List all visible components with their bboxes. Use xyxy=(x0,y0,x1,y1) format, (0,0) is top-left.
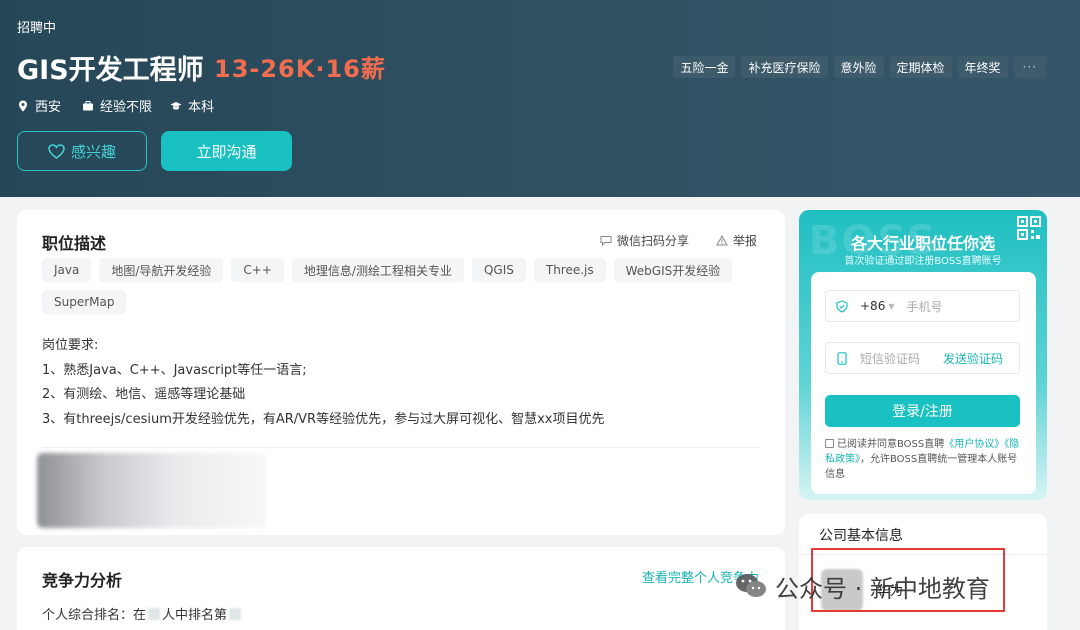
skill-tags: Java 地图/导航开发经验 C++ 地理信息/测绘工程相关专业 QGIS Th… xyxy=(42,258,762,314)
competition-card: 竞争力分析 查看完整个人竞争力 个人综合排名：在 人中排名第 xyxy=(17,547,785,630)
interest-label: 感兴趣 xyxy=(70,142,116,161)
job-requirements: 岗位要求: 1、熟悉Java、C++、Javascript等任一语言; 2、有测… xyxy=(42,334,604,432)
phone-icon xyxy=(837,351,847,365)
skill-tag: Java xyxy=(42,258,92,282)
wechat-icon xyxy=(736,574,766,597)
benefit-tag: 补充医疗保险 xyxy=(741,56,828,78)
warning-icon xyxy=(716,235,728,246)
rank-text: 个人综合排名：在 人中排名第 xyxy=(42,604,243,623)
job-header: 招聘中 GIS开发工程师 13-26K·16薪 西安 经验不限 本科 感兴趣 立… xyxy=(0,0,1080,197)
benefit-tag: 意外险 xyxy=(833,56,884,78)
requirement-line: 2、有测绘、地信、遥感等理论基础 xyxy=(42,387,246,402)
watermark: 公众号 · 新中地教育 xyxy=(735,568,990,604)
agree-checkbox[interactable] xyxy=(825,439,834,448)
heart-icon xyxy=(48,143,65,159)
requirement-line: 1、熟悉Java、C++、Javascript等任一语言; xyxy=(42,362,307,378)
interest-button[interactable]: 感兴趣 xyxy=(17,131,147,171)
send-code-button[interactable]: 发送验证码 xyxy=(943,350,1003,367)
wechat-share-button[interactable]: 微信扫码分享 xyxy=(600,232,689,249)
report-label: 举报 xyxy=(733,234,758,248)
experience: 经验不限 xyxy=(82,96,152,115)
more-benefits-button[interactable]: ··· xyxy=(1013,56,1046,78)
experience-label: 经验不限 xyxy=(100,100,153,115)
company-info-title: 公司基本信息 xyxy=(819,528,903,544)
education-label: 本科 xyxy=(188,100,215,115)
rank-prefix: 个人综合排名：在 xyxy=(42,608,147,623)
skill-tag: Three.js xyxy=(533,258,606,282)
user-agreement-link[interactable]: 《用户协议》 xyxy=(944,439,1004,450)
login-form: +86 ▼ 手机号 短信验证码 发送验证码 登录/注册 已阅读并同意BOSS直聘… xyxy=(811,272,1036,494)
divider xyxy=(42,447,760,448)
skill-tag: WebGIS开发经验 xyxy=(613,258,733,282)
salary: 13-26K·16薪 xyxy=(214,55,386,83)
promo-title: 各大行业职位任你选 xyxy=(850,234,995,253)
promo-subtitle: 首次验证通过即注册BOSS直聘账号 xyxy=(844,256,1002,267)
chat-bubble-icon xyxy=(600,236,612,246)
location-pin-icon xyxy=(19,100,27,111)
phone-field[interactable]: +86 ▼ 手机号 xyxy=(825,290,1020,322)
chat-now-button[interactable]: 立即沟通 xyxy=(161,131,292,171)
requirements-title: 岗位要求: xyxy=(42,338,99,353)
sms-code-input[interactable]: 短信验证码 xyxy=(860,350,920,367)
skill-tag: 地理信息/测绘工程相关专业 xyxy=(291,258,464,282)
rank-mid: 人中排名第 xyxy=(162,608,228,623)
login-register-button[interactable]: 登录/注册 xyxy=(825,395,1020,427)
requirement-line: 3、有threejs/cesium开发经验优先，有AR/VR等经验优先，参与过大… xyxy=(42,411,605,427)
section-title: 竞争力分析 xyxy=(42,571,123,590)
skill-tag: 地图/导航开发经验 xyxy=(99,258,224,282)
job-description-card: 职位描述 微信扫码分享 举报 Java 地图/导航开发经验 C++ 地理信息/测… xyxy=(17,210,785,535)
chevron-down-icon: ▼ xyxy=(888,301,895,311)
blurred-value xyxy=(229,607,242,620)
country-code-select[interactable]: +86 xyxy=(860,299,885,313)
login-promo-panel: BOSS 各大行业职位任你选 首次验证通过即注册BOSS直聘账号 +86 ▼ 手… xyxy=(799,210,1047,500)
benefit-tag: 五险一金 xyxy=(673,56,736,78)
blurred-recruiter-info xyxy=(37,453,267,528)
location-label: 西安 xyxy=(35,100,62,115)
blurred-value xyxy=(148,607,161,620)
skill-tag: SuperMap xyxy=(42,290,127,314)
agree-prefix: 已阅读并同意BOSS直聘 xyxy=(837,439,945,450)
skill-tag: C++ xyxy=(231,258,284,282)
location: 西安 xyxy=(17,96,61,115)
graduation-cap-icon xyxy=(170,101,182,110)
benefit-tags: 五险一金 补充医疗保险 意外险 定期体检 年终奖 ··· xyxy=(673,56,1046,78)
sms-code-field[interactable]: 短信验证码 发送验证码 xyxy=(825,342,1020,374)
skill-tag: QGIS xyxy=(471,258,526,282)
section-title: 职位描述 xyxy=(42,234,107,253)
shield-icon xyxy=(836,299,848,313)
phone-input[interactable]: 手机号 xyxy=(906,298,942,315)
benefit-tag: 定期体检 xyxy=(889,56,952,78)
job-status: 招聘中 xyxy=(17,21,57,36)
agreement-text: 已阅读并同意BOSS直聘《用户协议》《隐私政策》，允许BOSS直聘统一管理本人账… xyxy=(825,437,1025,482)
briefcase-icon xyxy=(83,100,93,110)
job-title: GIS开发工程师 xyxy=(17,55,204,86)
share-label: 微信扫码分享 xyxy=(617,234,690,248)
report-button[interactable]: 举报 xyxy=(716,232,757,249)
education: 本科 xyxy=(170,96,214,115)
watermark-text: 公众号 · 新中地教育 xyxy=(775,574,990,603)
benefit-tag: 年终奖 xyxy=(957,56,1008,78)
